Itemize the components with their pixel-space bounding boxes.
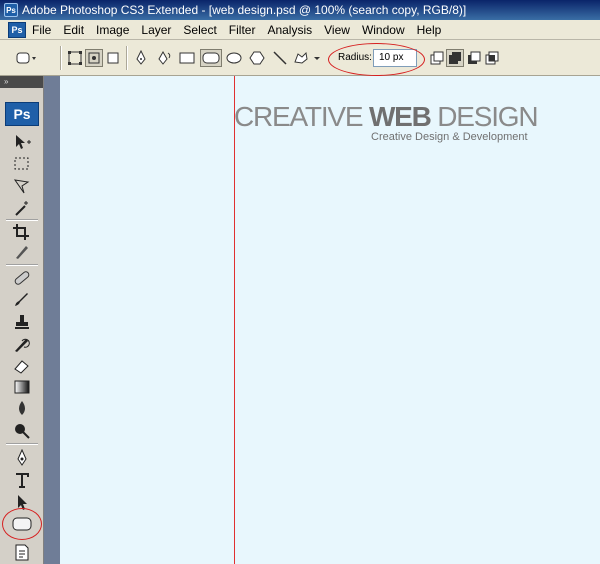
slice-tool-icon[interactable] <box>10 242 34 262</box>
subtract-area-icon <box>468 51 481 64</box>
rounded-rectangle-icon <box>202 52 220 64</box>
ellipse-shape-button[interactable] <box>225 49 243 67</box>
options-bar: Radius: 10 px <box>0 40 600 76</box>
pen-tool-icon[interactable] <box>10 448 34 468</box>
freeform-pen-button[interactable] <box>156 49 174 67</box>
polygon-icon <box>249 51 265 65</box>
menu-window[interactable]: Window <box>362 23 413 37</box>
site-tagline: Creative Design & Development <box>371 131 528 143</box>
menu-filter[interactable]: Filter <box>229 23 264 37</box>
lasso-tool-icon[interactable] <box>10 176 34 196</box>
path-selection-icon[interactable] <box>10 492 34 512</box>
polygon-shape-button[interactable] <box>248 49 266 67</box>
paths-icon <box>88 52 100 64</box>
rectangle-icon <box>179 52 195 64</box>
fill-pixels-button[interactable] <box>104 49 122 67</box>
vertical-guide[interactable] <box>234 76 235 564</box>
document-canvas[interactable]: CREATIVE WEB DESIGN Creative Design & De… <box>60 76 600 564</box>
rounded-rectangle-icon <box>16 52 36 64</box>
menu-help[interactable]: Help <box>417 23 450 37</box>
history-brush-icon[interactable] <box>10 334 34 354</box>
shape-layers-button[interactable] <box>66 49 84 67</box>
pen-option-button[interactable] <box>132 49 150 67</box>
pen-icon <box>136 50 146 65</box>
add-to-shape-area-button[interactable] <box>446 49 464 67</box>
move-tool-icon[interactable] <box>10 132 34 152</box>
clone-stamp-icon[interactable] <box>10 312 34 332</box>
app-icon: Ps <box>4 3 18 17</box>
rounded-rectangle-shape-button[interactable] <box>200 49 222 67</box>
window-title: Adobe Photoshop CS3 Extended - [web desi… <box>22 3 467 17</box>
line-icon <box>273 51 287 65</box>
tools-panel: » Ps <box>0 76 44 564</box>
brush-tool-icon[interactable] <box>10 289 34 309</box>
menu-select[interactable]: Select <box>183 23 224 37</box>
shape-layers-icon <box>68 51 82 65</box>
rectangle-shape-button[interactable] <box>178 49 196 67</box>
notes-tool-icon[interactable] <box>10 542 34 562</box>
rounded-rectangle-tool-icon[interactable] <box>10 514 34 534</box>
menu-analysis[interactable]: Analysis <box>267 23 320 37</box>
photoshop-logo[interactable]: Ps <box>5 102 39 126</box>
custom-shape-icon <box>294 51 320 64</box>
tool-preset-picker[interactable] <box>14 49 38 67</box>
blur-tool-icon[interactable] <box>10 398 34 418</box>
dodge-tool-icon[interactable] <box>10 420 34 440</box>
site-logo-text: CREATIVE WEB DESIGN <box>234 101 539 132</box>
type-tool-icon[interactable] <box>10 470 34 490</box>
app-menu-icon[interactable]: Ps <box>8 21 26 38</box>
menu-file[interactable]: File <box>32 23 59 37</box>
eraser-tool-icon[interactable] <box>10 356 34 376</box>
document-frame <box>44 76 60 564</box>
crop-tool-icon[interactable] <box>10 222 34 242</box>
subtract-from-shape-area-button[interactable] <box>465 49 483 67</box>
add-to-area-icon <box>449 52 461 64</box>
menu-image[interactable]: Image <box>96 23 137 37</box>
healing-brush-icon[interactable] <box>10 268 34 288</box>
custom-shape-button[interactable] <box>292 49 322 67</box>
marquee-tool-icon[interactable] <box>10 154 34 174</box>
title-bar: Ps Adobe Photoshop CS3 Extended - [web d… <box>0 0 600 20</box>
line-shape-button[interactable] <box>271 49 289 67</box>
create-new-shape-layer-button[interactable] <box>428 49 446 67</box>
radius-input[interactable]: 10 px <box>373 49 417 67</box>
fill-pixels-icon <box>107 52 119 64</box>
intersect-shape-areas-button[interactable] <box>483 49 501 67</box>
toolbox-collapse-handle[interactable]: » <box>0 76 43 88</box>
paths-button[interactable] <box>85 49 103 67</box>
menu-bar: Ps File Edit Image Layer Select Filter A… <box>0 20 600 40</box>
radius-label: Radius: <box>338 52 372 63</box>
new-shape-layer-icon <box>430 51 444 65</box>
intersect-area-icon <box>485 51 499 65</box>
freeform-pen-icon <box>158 50 171 65</box>
logo-bold-word: WEB <box>368 101 432 132</box>
ellipse-icon <box>226 52 242 64</box>
menu-edit[interactable]: Edit <box>63 23 92 37</box>
menu-view[interactable]: View <box>324 23 358 37</box>
magic-wand-icon[interactable] <box>10 198 34 218</box>
menu-layer[interactable]: Layer <box>141 23 179 37</box>
gradient-tool-icon[interactable] <box>10 377 34 397</box>
